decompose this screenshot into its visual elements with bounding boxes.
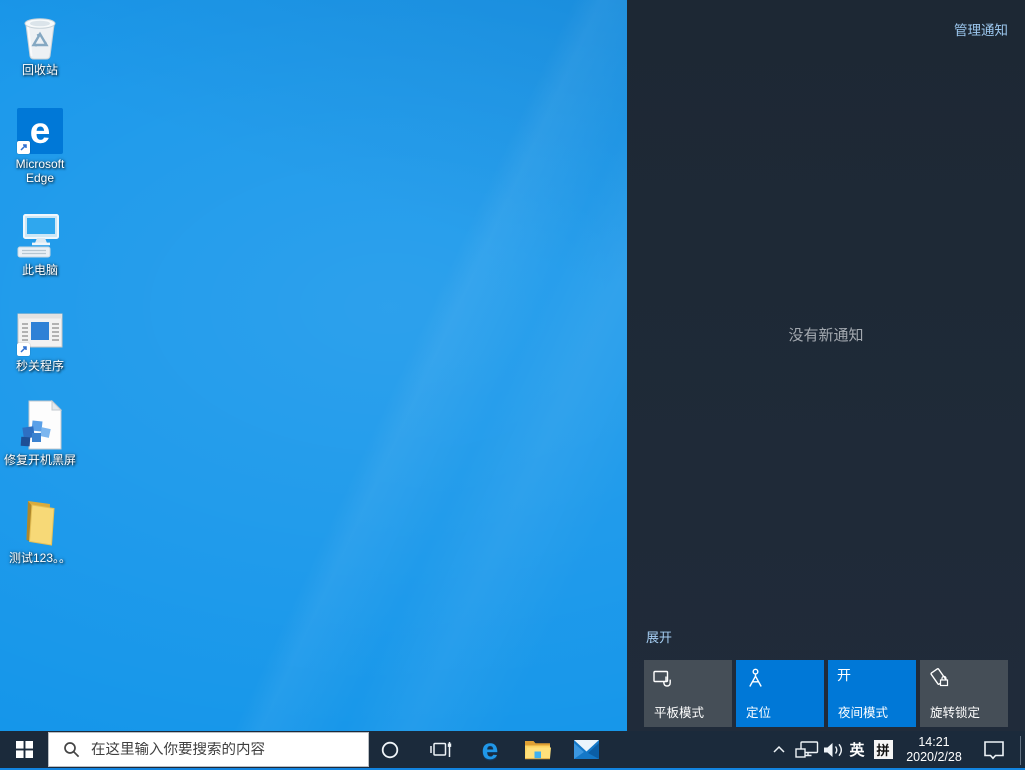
volume-icon	[823, 742, 844, 758]
windows-logo-icon	[16, 741, 33, 758]
start-button[interactable]	[0, 731, 48, 768]
task-view-button[interactable]	[418, 731, 462, 768]
tile-label: 旋转锁定	[930, 702, 980, 721]
edge-icon: e	[17, 102, 63, 154]
cortana-button[interactable]	[368, 731, 412, 768]
fix-boot-black-screen-label: 修复开机黑屏	[4, 453, 76, 467]
ime-mode-indicator[interactable]: 拼	[869, 731, 897, 768]
test-folder-label: 测试123。。	[9, 551, 71, 565]
task-view-icon	[429, 738, 452, 761]
location-icon	[745, 668, 766, 694]
quick-actions-row: 平板模式 定位 开 夜间模式	[644, 660, 1008, 727]
tile-label: 平板模式	[654, 702, 704, 721]
mail-icon	[574, 740, 599, 759]
file-explorer-button[interactable]	[515, 731, 559, 768]
taskbar: e	[0, 731, 1025, 770]
tray-time: 14:21	[906, 735, 962, 750]
mail-button[interactable]	[564, 731, 608, 768]
quick-action-rotation-lock[interactable]: 旋转锁定	[920, 660, 1008, 727]
ime-language-indicator[interactable]: 英	[845, 731, 869, 768]
taskbar-search[interactable]	[48, 732, 369, 767]
this-pc-label: 此电脑	[22, 263, 58, 277]
app-window-icon	[17, 304, 63, 356]
recycle-bin-icon	[19, 8, 61, 60]
desktop-icon-test-folder[interactable]: 测试123。。	[2, 496, 78, 565]
registry-file-icon	[18, 398, 62, 450]
cortana-circle-icon	[381, 741, 399, 759]
tablet-mode-icon	[653, 668, 674, 694]
tile-status-text: 开	[837, 665, 851, 685]
expand-link[interactable]: 展开	[646, 627, 672, 646]
folder-icon	[19, 496, 61, 548]
quick-close-program-label: 秒关程序	[16, 359, 64, 373]
desktop-icon-fix-boot-black-screen[interactable]: 修复开机黑屏	[2, 398, 78, 467]
quick-action-night-mode[interactable]: 开 夜间模式	[828, 660, 916, 727]
file-explorer-icon	[524, 739, 551, 760]
rotation-lock-icon	[929, 668, 950, 694]
action-center-panel: 管理通知 没有新通知 展开 平板模式 定位	[627, 0, 1025, 731]
action-center-button[interactable]	[972, 731, 1016, 768]
desktop-icon-microsoft-edge[interactable]: e Microsoft Edge	[2, 102, 78, 185]
search-input[interactable]	[91, 742, 361, 758]
desktop-icon-recycle-bin[interactable]: 回收站	[2, 8, 78, 77]
manage-notifications-link[interactable]: 管理通知	[954, 19, 1008, 39]
network-icon	[795, 741, 819, 758]
network-tray-button[interactable]	[793, 731, 821, 768]
tile-label: 夜间模式	[838, 702, 888, 721]
shortcut-arrow-icon	[17, 343, 30, 356]
tile-label: 定位	[746, 702, 771, 721]
search-icon	[63, 741, 80, 758]
desktop-icon-quick-close-program[interactable]: 秒关程序	[2, 304, 78, 373]
tray-date: 2020/2/28	[906, 750, 962, 765]
recycle-bin-label: 回收站	[22, 63, 58, 77]
no-new-notifications-text: 没有新通知	[627, 324, 1025, 345]
show-desktop-button[interactable]	[1020, 736, 1025, 765]
chevron-up-icon	[772, 745, 786, 754]
clock-button[interactable]: 14:21 2020/2/28	[897, 731, 971, 768]
tray-overflow-button[interactable]	[766, 731, 792, 768]
desktop-icon-this-pc[interactable]: 此电脑	[2, 208, 78, 277]
shortcut-arrow-icon	[17, 141, 30, 154]
edge-label: Microsoft Edge	[2, 157, 78, 185]
pinyin-ime-icon: 拼	[874, 740, 893, 759]
quick-action-location[interactable]: 定位	[736, 660, 824, 727]
edge-icon: e	[482, 733, 499, 767]
action-center-icon	[983, 740, 1005, 760]
this-pc-icon	[15, 208, 65, 260]
quick-action-tablet-mode[interactable]: 平板模式	[644, 660, 732, 727]
edge-taskbar-button[interactable]: e	[468, 731, 512, 768]
volume-tray-button[interactable]	[820, 731, 846, 768]
